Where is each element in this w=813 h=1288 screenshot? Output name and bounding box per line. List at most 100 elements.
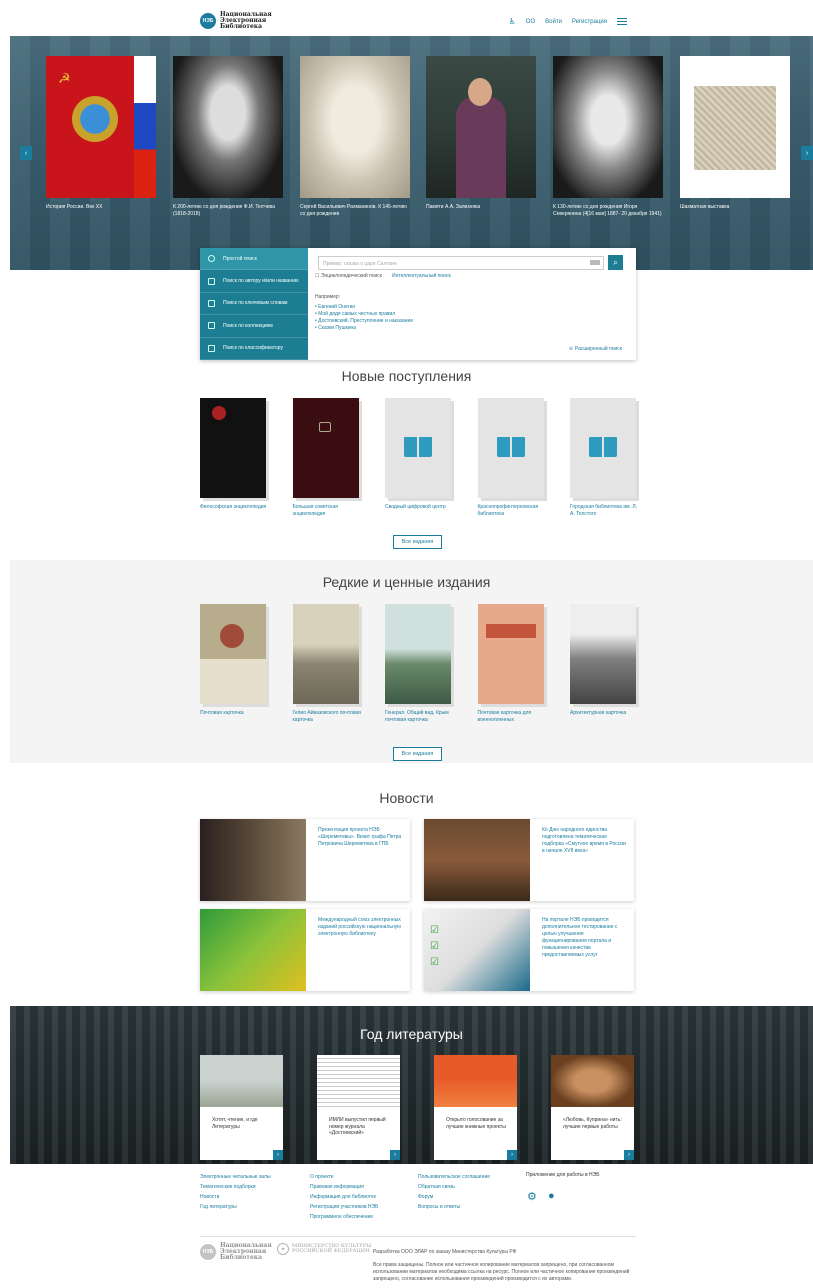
news-card[interactable]: ☑ ☑ ☑ На портале НЭБ проводится дополнител… bbox=[424, 909, 634, 991]
slide-image: ☭ bbox=[46, 56, 156, 198]
example-link[interactable]: • Сказки Пушкина bbox=[315, 325, 413, 332]
literature-card[interactable]: Открыто голосование за лучшие книжные пр… bbox=[434, 1055, 517, 1160]
news-image bbox=[424, 819, 530, 901]
book-card[interactable]: Почтовая карточка для военнопленных bbox=[477, 604, 548, 724]
slide-caption: К 200-летию со дня рождения Ф.И. Тютчева… bbox=[173, 204, 275, 217]
accessibility-icon[interactable]: ♿ bbox=[509, 17, 516, 26]
slide-caption: Шахматная выставка bbox=[680, 204, 730, 210]
footer-link[interactable]: Новости bbox=[200, 1192, 271, 1202]
hero-next-arrow[interactable]: › bbox=[801, 146, 813, 160]
apple-icon[interactable]: ● bbox=[548, 1190, 555, 1202]
footer-link[interactable]: Форум bbox=[418, 1192, 490, 1202]
keyword-icon bbox=[208, 299, 215, 307]
book-card[interactable]: Большая советская энциклопедия bbox=[292, 398, 363, 518]
book-cover bbox=[292, 398, 359, 498]
book-card[interactable]: Городская библиотека им. Л. А. Толстого bbox=[570, 398, 640, 518]
footer-link[interactable]: Обратная связь bbox=[418, 1182, 490, 1192]
advanced-search-link[interactable]: ⚟ Расширенный поиск bbox=[569, 346, 622, 352]
example-link[interactable]: • Достоевский, Преступление и наказание bbox=[315, 318, 413, 325]
footer-link[interactable]: Тематические подборки bbox=[200, 1182, 271, 1192]
keyboard-icon[interactable] bbox=[590, 260, 600, 265]
slide-4[interactable]: Памяти А.А. Зализняка bbox=[426, 56, 536, 211]
example-link[interactable]: • Мой дядя самых честных правил bbox=[315, 311, 413, 318]
book-card[interactable]: Архитектурная карточка bbox=[570, 604, 640, 724]
menu-icon[interactable] bbox=[617, 18, 627, 25]
literature-image bbox=[200, 1055, 283, 1107]
tab-keyword-search[interactable]: Поиск по ключевым словам bbox=[200, 293, 308, 316]
slide-caption: К 130-летию со дня рождения Игоря Северя… bbox=[553, 204, 662, 217]
hero-slider: ☭ История России. Век XX К 200-летию со … bbox=[10, 36, 813, 270]
nav-oo[interactable]: ОО bbox=[526, 19, 535, 25]
book-card[interactable]: Гелио Айвазовского почтовая карточка bbox=[292, 604, 363, 724]
book-card[interactable]: Сводный цифровой центр bbox=[385, 398, 455, 518]
slide-image bbox=[173, 56, 283, 198]
tab-author-search[interactable]: Поиск по автору и/или названию bbox=[200, 270, 308, 293]
search-button[interactable]: ⌕ bbox=[608, 255, 623, 270]
footer-link[interactable]: Регистрация участников НЭБ bbox=[310, 1202, 378, 1212]
example-link[interactable]: • Евгений Онегин bbox=[315, 304, 413, 311]
login-link[interactable]: Войти bbox=[545, 19, 562, 25]
footer-link[interactable]: Вопросы и ответы bbox=[418, 1202, 490, 1212]
slide-3[interactable]: Сергей Васильевич Рахманинов. К 145-лети… bbox=[300, 56, 410, 217]
news-card[interactable]: Ко Дню народного единства подготовлена т… bbox=[424, 819, 634, 901]
literature-card[interactable]: ИМЛИ выпустил первый номер журнала «Дост… bbox=[317, 1055, 400, 1160]
literature-card[interactable]: «Любовь, Куприна» нить: лучшие первые ра… bbox=[551, 1055, 634, 1160]
footer-link[interactable]: Информация для библиотек bbox=[310, 1192, 378, 1202]
news-card[interactable]: Международный союз электронных изданий р… bbox=[200, 909, 410, 991]
news-card[interactable]: Презентация проекта НЭБ «Шереметевы». Ви… bbox=[200, 819, 410, 901]
footer-link[interactable]: О проекте bbox=[310, 1172, 378, 1182]
literature-section: Год литературы Хотят, чтение, и где Лите… bbox=[10, 1006, 813, 1164]
footer-link[interactable]: Год литературы bbox=[200, 1202, 271, 1212]
news-image: ☑ ☑ ☑ bbox=[424, 909, 530, 991]
book-cover bbox=[477, 398, 544, 498]
book-cover bbox=[292, 604, 359, 704]
site-logo[interactable]: НЭБ Национальная Электронная Библиотека bbox=[200, 12, 272, 30]
rare-shelf: Почтовая карточка Гелио Айвазовского поч… bbox=[200, 604, 640, 724]
book-card[interactable]: Философская энциклопедия bbox=[200, 398, 270, 518]
all-new-editions-button[interactable]: Все издания bbox=[393, 535, 442, 549]
footer-link[interactable]: Электронные читальные залы bbox=[200, 1172, 271, 1182]
search-input[interactable]: Пример: сказка о царе Салтане bbox=[318, 256, 604, 270]
footer-link[interactable]: Программное обеспечение bbox=[310, 1212, 378, 1222]
search-examples: Например: • Евгений Онегин • Мой дядя са… bbox=[315, 294, 414, 332]
author-icon bbox=[208, 277, 215, 285]
footer-divider bbox=[200, 1236, 636, 1237]
arrow-right-icon[interactable]: › bbox=[624, 1150, 634, 1160]
slide-2[interactable]: К 200-летию со дня рождения Ф.И. Тютчева… bbox=[173, 56, 283, 217]
all-rare-editions-button[interactable]: Все издания bbox=[393, 747, 442, 761]
footer-link[interactable]: Правовая информация bbox=[310, 1182, 378, 1192]
tab-collection-search[interactable]: Поиск по коллекциям bbox=[200, 315, 308, 338]
arrow-right-icon[interactable]: › bbox=[273, 1150, 283, 1160]
register-link[interactable]: Регистрация bbox=[572, 19, 607, 25]
new-arrivals-title: Новые поступления bbox=[341, 368, 472, 384]
intellectual-search-link[interactable]: Интеллектуальный поиск bbox=[392, 273, 451, 279]
arrow-right-icon[interactable]: › bbox=[390, 1150, 400, 1160]
literature-image bbox=[317, 1055, 400, 1107]
book-card[interactable]: Почтовая карточка bbox=[200, 604, 270, 724]
slide-1[interactable]: ☭ История России. Век XX bbox=[46, 56, 156, 211]
book-placeholder-icon bbox=[496, 437, 525, 459]
literature-card[interactable]: Хотят, чтение, и где Литературы › bbox=[200, 1055, 283, 1160]
slide-6[interactable]: Шахматная выставка bbox=[680, 56, 790, 211]
search-options: ☐ Энциклопедический поиск Интеллектуальн… bbox=[315, 273, 451, 279]
slide-caption: Сергей Васильевич Рахманинов. К 145-лети… bbox=[300, 204, 407, 217]
tab-classifier-search[interactable]: Поиск по классификатору bbox=[200, 338, 308, 360]
slide-5[interactable]: К 130-летию со дня рождения Игоря Северя… bbox=[553, 56, 663, 217]
literature-title: Год литературы bbox=[360, 1026, 463, 1042]
hero-prev-arrow[interactable]: ‹ bbox=[20, 146, 32, 160]
rare-title: Редкие и ценные издания bbox=[322, 574, 491, 590]
arrow-right-icon[interactable]: › bbox=[507, 1150, 517, 1160]
book-card[interactable]: Краснопрофинтерновская библиотека bbox=[477, 398, 548, 518]
classifier-icon bbox=[208, 344, 215, 352]
book-cover bbox=[385, 398, 451, 498]
footer-link[interactable]: Пользовательское соглашение bbox=[418, 1172, 490, 1182]
book-card[interactable]: Генерал. Общий вид. Крым почтовая карточ… bbox=[385, 604, 455, 724]
logo-text: Национальная Электронная Библиотека bbox=[220, 11, 272, 30]
tab-simple-search[interactable]: Простой поиск bbox=[200, 248, 308, 271]
android-icon[interactable]: ⚙ bbox=[527, 1190, 537, 1203]
developer-text: Разработка ООО ЭЛАР по заказу Министерст… bbox=[373, 1249, 517, 1255]
top-nav: ♿ ОО Войти Регистрация bbox=[509, 17, 627, 26]
rights-text: Все права защищены. Полное или частичное… bbox=[373, 1262, 630, 1282]
encyclopedia-checkbox[interactable]: ☐ Энциклопедический поиск bbox=[315, 273, 382, 279]
footer-col-2: О проекте Правовая информация Информация… bbox=[310, 1172, 378, 1222]
